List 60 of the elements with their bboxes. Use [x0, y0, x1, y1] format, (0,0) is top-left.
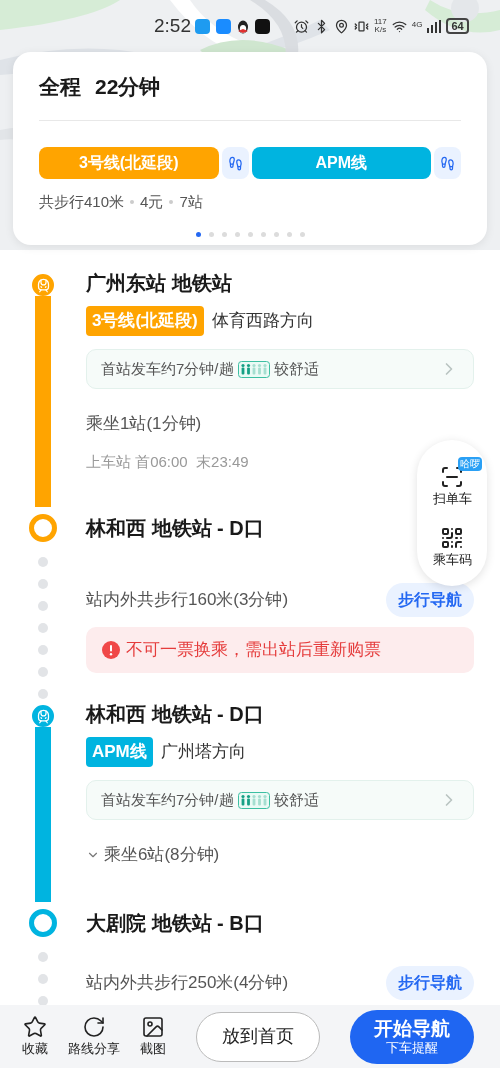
frequency-row[interactable]: 首站发车约7分钟/趟 较舒适: [86, 780, 474, 820]
line-segment: 3号线(北延段): [39, 147, 219, 179]
direction-text: 广州塔方向: [160, 741, 246, 764]
walk-info: 站内外共步行250米(4分钟): [86, 971, 289, 994]
station-name: 大剧院 地铁站 - B口: [86, 910, 264, 936]
alert-icon: [102, 641, 120, 659]
toolbar-action[interactable]: 收藏: [22, 1014, 48, 1059]
toolbar-action[interactable]: 路线分享: [68, 1014, 120, 1059]
station-name: 林和西 地铁站 - D口: [86, 702, 265, 727]
quick-action[interactable]: 哈啰 扫单车: [417, 456, 487, 508]
station-name: 广州东站 地铁站: [86, 271, 233, 296]
alight-reminder: 下车提醒: [386, 1040, 438, 1057]
comfort-text: 较舒适: [273, 789, 319, 810]
start-navigation-button[interactable]: 开始导航 下车提醒: [350, 1009, 474, 1064]
status-time: 2:52: [154, 13, 191, 38]
toolbar-action[interactable]: 截图: [140, 1014, 166, 1059]
crowd-icon: [237, 360, 270, 378]
station-name: 林和西 地铁站 - D口: [86, 516, 264, 541]
frequency-row[interactable]: 首站发车约7分钟/趟 较舒适: [86, 349, 474, 389]
image-icon: [141, 1014, 165, 1039]
walk-nav-button[interactable]: 步行导航: [386, 965, 474, 1000]
comfort-text: 较舒适: [273, 358, 319, 379]
brand-badge: 哈啰: [458, 456, 482, 471]
line-badge: 3号线(北延段): [86, 306, 204, 336]
total-label: 全程: [39, 74, 81, 101]
frequency-text: 首站发车约7分钟/趟: [101, 358, 234, 379]
line-badge: APM线: [86, 737, 153, 767]
penguin-icon: [237, 18, 249, 34]
qr-code-icon: [440, 526, 464, 550]
wifi-icon: [391, 18, 407, 34]
location-icon: [334, 18, 349, 34]
walk-icon: [434, 147, 461, 179]
route-stat: 7站: [179, 192, 203, 212]
train-icon: [30, 703, 56, 729]
signal-icon: [427, 19, 442, 33]
speed-unit: K/s: [374, 26, 387, 34]
warning-text: 不可一票换乘，需出站后重新购票: [126, 639, 381, 662]
pin-home-button[interactable]: 放到首页: [196, 1011, 320, 1062]
share-icon: [82, 1014, 106, 1039]
quick-action[interactable]: 乘车码: [417, 518, 487, 570]
star-icon: [23, 1014, 47, 1039]
battery-indicator: 64: [446, 18, 469, 34]
total-duration: 22分钟: [95, 74, 161, 101]
vibrate-icon: [354, 18, 369, 34]
walk-nav-button[interactable]: 步行导航: [386, 583, 474, 617]
route-stat: 共步行410米: [39, 192, 125, 212]
direction-text: 体育西路方向: [211, 310, 314, 333]
frequency-text: 首站发车约7分钟/趟: [101, 789, 234, 810]
train-icon: [30, 272, 56, 298]
walk-icon: [221, 147, 249, 179]
network-type: 4G: [411, 19, 423, 31]
walk-info: 站内外共步行160米(3分钟): [86, 589, 289, 612]
service-times: 上车站 首06:00 末23:49: [86, 451, 249, 472]
speed-value: 117: [374, 18, 387, 26]
route-stat: 4元: [140, 192, 164, 212]
alarm-icon: [294, 18, 309, 34]
crowd-icon: [237, 791, 270, 809]
ride-info: 乘坐6站(8分钟): [104, 844, 220, 866]
line-segment: APM线: [251, 147, 431, 179]
ride-info: 乘坐1站(1分钟): [86, 413, 202, 435]
